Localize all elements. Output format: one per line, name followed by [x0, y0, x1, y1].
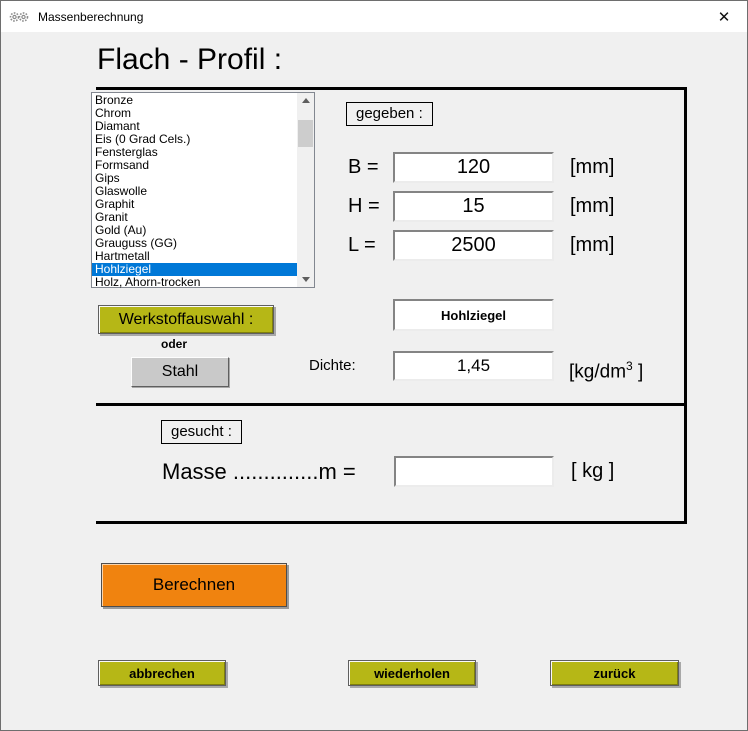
width-label: B = [348, 156, 393, 179]
list-item[interactable]: Formsand [92, 159, 297, 172]
width-input[interactable] [393, 152, 554, 183]
density-input[interactable] [393, 351, 554, 381]
width-unit: [mm] [570, 156, 614, 179]
height-unit: [mm] [570, 195, 614, 218]
scrollbar-thumb[interactable] [298, 120, 313, 147]
list-item[interactable]: Gips [92, 172, 297, 185]
list-item[interactable]: Gold (Au) [92, 224, 297, 237]
list-item[interactable]: Eis (0 Grad Cels.) [92, 133, 297, 146]
given-label: gegeben : [346, 102, 433, 126]
list-item[interactable]: Chrom [92, 107, 297, 120]
material-select-button[interactable]: Werkstoffauswahl : [98, 305, 274, 334]
page-title: Flach - Profil : [97, 43, 282, 77]
steel-button[interactable]: Stahl [131, 357, 229, 387]
material-listbox[interactable]: BronzeChromDiamantEis (0 Grad Cels.)Fens… [91, 92, 315, 288]
mass-input[interactable] [394, 456, 554, 487]
width-row: B = [mm] [348, 152, 614, 183]
list-item[interactable]: Hohlziegel [92, 263, 297, 276]
density-label: Dichte: [309, 351, 356, 381]
close-icon[interactable]: ✕ [701, 1, 747, 32]
listbox-scrollbar[interactable] [297, 93, 314, 287]
list-item[interactable]: Glaswolle [92, 185, 297, 198]
list-item[interactable]: Holz, Ahorn-trocken [92, 276, 297, 289]
list-item[interactable]: Hartmetall [92, 250, 297, 263]
calculate-button[interactable]: Berechnen [101, 563, 287, 607]
height-input[interactable] [393, 191, 554, 222]
section-divider [96, 403, 684, 406]
mass-label: Masse ..............m = [162, 456, 356, 487]
cancel-button[interactable]: abbrechen [98, 660, 226, 686]
repeat-button[interactable]: wiederholen [348, 660, 476, 686]
scroll-up-icon[interactable] [297, 93, 314, 108]
back-button[interactable]: zurück [550, 660, 679, 686]
list-item[interactable]: Diamant [92, 120, 297, 133]
height-label: H = [348, 195, 393, 218]
title-bar: Massenberechnung ✕ [1, 1, 747, 32]
or-text: oder [86, 337, 262, 351]
list-item[interactable]: Graphit [92, 198, 297, 211]
gears-icon [9, 10, 29, 24]
sought-label: gesucht : [161, 420, 242, 444]
length-row: L = [mm] [348, 230, 614, 261]
length-label: L = [348, 234, 393, 257]
mass-unit: [ kg ] [571, 456, 614, 487]
window-title: Massenberechnung [38, 10, 143, 24]
list-item[interactable]: Granit [92, 211, 297, 224]
selected-material-display: Hohlziegel [393, 299, 554, 331]
scroll-down-icon[interactable] [297, 272, 314, 287]
length-unit: [mm] [570, 234, 614, 257]
density-unit: [kg/dm3 ] [569, 351, 643, 381]
list-item[interactable]: Bronze [92, 94, 297, 107]
materials-list: BronzeChromDiamantEis (0 Grad Cels.)Fens… [92, 94, 297, 289]
length-input[interactable] [393, 230, 554, 261]
height-row: H = [mm] [348, 191, 614, 222]
app-window: Massenberechnung ✕ Flach - Profil : Bron… [0, 0, 748, 731]
list-item[interactable]: Grauguss (GG) [92, 237, 297, 250]
list-item[interactable]: Fensterglas [92, 146, 297, 159]
